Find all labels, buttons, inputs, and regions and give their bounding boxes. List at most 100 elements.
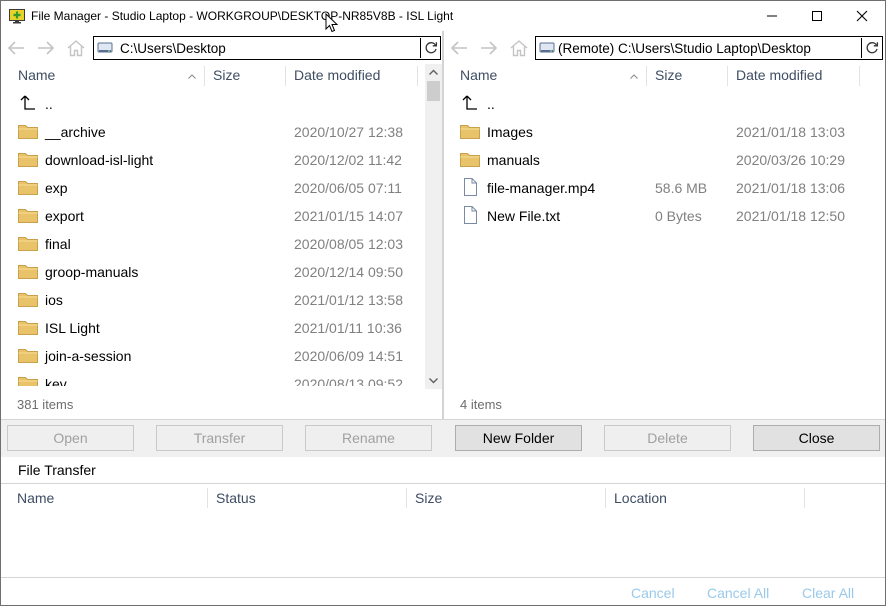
folder-icon bbox=[18, 181, 38, 195]
folder-icon bbox=[18, 377, 38, 386]
list-item[interactable]: download-isl-light 2020/12/02 11:42 bbox=[1, 146, 442, 174]
transfer-column-status[interactable]: Status bbox=[216, 490, 256, 506]
file-name: exp bbox=[45, 180, 68, 196]
chevron-down-icon bbox=[429, 378, 438, 384]
local-path-input[interactable]: C:\Users\Desktop bbox=[120, 41, 226, 56]
transfer-column-name[interactable]: Name bbox=[17, 490, 54, 506]
close-window-button[interactable] bbox=[839, 1, 885, 31]
file-size: 58.6 MB bbox=[655, 180, 708, 196]
minimize-button[interactable] bbox=[749, 1, 795, 31]
scroll-up-button[interactable] bbox=[425, 64, 442, 80]
file-date: 2020/08/05 12:03 bbox=[294, 236, 403, 252]
rename-button[interactable]: Rename bbox=[305, 425, 432, 451]
maximize-button[interactable] bbox=[794, 1, 840, 31]
list-item[interactable]: export 2021/01/15 14:07 bbox=[1, 202, 442, 230]
home-icon bbox=[510, 40, 528, 57]
file-name: final bbox=[45, 236, 71, 252]
refresh-icon bbox=[425, 42, 437, 54]
file-date: 2020/10/27 12:38 bbox=[294, 124, 403, 140]
column-header-date[interactable]: Date modified bbox=[736, 67, 822, 83]
back-button[interactable] bbox=[5, 38, 27, 58]
divider bbox=[1, 483, 885, 484]
column-divider[interactable] bbox=[207, 488, 208, 508]
file-name: file-manager.mp4 bbox=[487, 180, 596, 196]
file-name: Images bbox=[487, 124, 533, 140]
transfer-column-size[interactable]: Size bbox=[415, 490, 442, 506]
delete-button[interactable]: Delete bbox=[604, 425, 731, 451]
home-button[interactable] bbox=[508, 38, 530, 58]
list-item[interactable]: New File.txt 0 Bytes 2021/01/18 12:50 bbox=[444, 202, 885, 230]
home-button[interactable] bbox=[65, 38, 87, 58]
file-date: 2021/01/12 13:58 bbox=[294, 292, 403, 308]
remote-refresh-button[interactable] bbox=[861, 38, 881, 58]
list-item[interactable]: groop-manuals 2020/12/14 09:50 bbox=[1, 258, 442, 286]
file-name: join-a-session bbox=[45, 348, 132, 364]
column-divider[interactable] bbox=[417, 66, 418, 86]
transfer-actions: Cancel Cancel All Clear All bbox=[1, 577, 885, 605]
column-divider[interactable] bbox=[859, 66, 860, 86]
refresh-icon bbox=[866, 42, 878, 54]
local-scrollbar[interactable] bbox=[425, 64, 442, 389]
list-item[interactable]: manuals 2020/03/26 10:29 bbox=[444, 146, 885, 174]
list-item[interactable]: join-a-session 2020/06/09 14:51 bbox=[1, 342, 442, 370]
column-divider[interactable] bbox=[727, 66, 728, 86]
scroll-thumb[interactable] bbox=[427, 81, 440, 101]
list-item[interactable]: kev 2020/08/13 09:52 bbox=[1, 370, 442, 386]
close-button[interactable]: Close bbox=[753, 425, 880, 451]
column-header-name[interactable]: Name bbox=[18, 67, 55, 83]
list-item[interactable]: final 2020/08/05 12:03 bbox=[1, 230, 442, 258]
local-refresh-button[interactable] bbox=[420, 38, 440, 58]
forward-button[interactable] bbox=[478, 38, 500, 58]
transfer-column-headers: Name Status Size Location bbox=[1, 485, 885, 511]
column-divider[interactable] bbox=[204, 66, 205, 86]
transfer-list[interactable] bbox=[1, 511, 885, 577]
list-item[interactable]: ISL Light 2021/01/11 10:36 bbox=[1, 314, 442, 342]
list-item-up[interactable]: .. bbox=[444, 90, 885, 118]
column-header-size[interactable]: Size bbox=[213, 67, 240, 83]
list-item[interactable]: exp 2020/06/05 07:11 bbox=[1, 174, 442, 202]
list-item[interactable]: __archive 2020/10/27 12:38 bbox=[1, 118, 442, 146]
column-divider[interactable] bbox=[605, 488, 606, 508]
remote-path-input[interactable]: (Remote) C:\Users\Studio Laptop\Desktop bbox=[558, 41, 811, 56]
column-divider[interactable] bbox=[804, 488, 805, 508]
new-folder-button[interactable]: New Folder bbox=[455, 425, 582, 451]
transfer-column-location[interactable]: Location bbox=[614, 490, 667, 506]
column-divider[interactable] bbox=[285, 66, 286, 86]
isl-light-app-icon bbox=[9, 9, 25, 24]
column-divider[interactable] bbox=[406, 488, 407, 508]
open-button[interactable]: Open bbox=[7, 425, 134, 451]
file-name: kev bbox=[45, 376, 67, 386]
file-date: 2020/12/14 09:50 bbox=[294, 264, 403, 280]
cancel-all-link[interactable]: Cancel All bbox=[707, 585, 769, 601]
transfer-button[interactable]: Transfer bbox=[156, 425, 283, 451]
forward-button[interactable] bbox=[35, 38, 57, 58]
column-header-date[interactable]: Date modified bbox=[294, 67, 380, 83]
arrow-left-icon bbox=[450, 41, 467, 55]
folder-icon bbox=[460, 153, 480, 167]
local-toolbar: C:\Users\Desktop bbox=[1, 31, 442, 64]
column-header-size[interactable]: Size bbox=[655, 67, 682, 83]
clear-all-link[interactable]: Clear All bbox=[802, 585, 854, 601]
file-icon bbox=[464, 178, 477, 196]
column-divider[interactable] bbox=[646, 66, 647, 86]
list-item[interactable]: file-manager.mp4 58.6 MB 2021/01/18 13:0… bbox=[444, 174, 885, 202]
list-item[interactable]: ios 2021/01/12 13:58 bbox=[1, 286, 442, 314]
file-name: .. bbox=[487, 96, 495, 112]
file-date: 2021/01/11 10:36 bbox=[294, 320, 402, 336]
cancel-link[interactable]: Cancel bbox=[631, 585, 675, 601]
title-bar[interactable]: File Manager - Studio Laptop - WORKGROUP… bbox=[1, 1, 885, 31]
remote-path-box[interactable]: (Remote) C:\Users\Studio Laptop\Desktop bbox=[535, 36, 883, 60]
back-button[interactable] bbox=[448, 38, 470, 58]
list-item-up[interactable]: .. bbox=[1, 90, 442, 118]
maximize-icon bbox=[812, 11, 822, 21]
scroll-down-button[interactable] bbox=[425, 373, 442, 389]
local-path-box[interactable]: C:\Users\Desktop bbox=[93, 36, 441, 60]
folder-icon bbox=[18, 237, 38, 251]
file-date: 2020/06/05 07:11 bbox=[294, 180, 402, 196]
folder-icon bbox=[18, 209, 38, 223]
up-level-icon bbox=[20, 95, 35, 110]
file-date: 2020/06/09 14:51 bbox=[294, 348, 403, 364]
list-item[interactable]: Images 2021/01/18 13:03 bbox=[444, 118, 885, 146]
home-icon bbox=[67, 40, 85, 57]
column-header-name[interactable]: Name bbox=[460, 67, 497, 83]
